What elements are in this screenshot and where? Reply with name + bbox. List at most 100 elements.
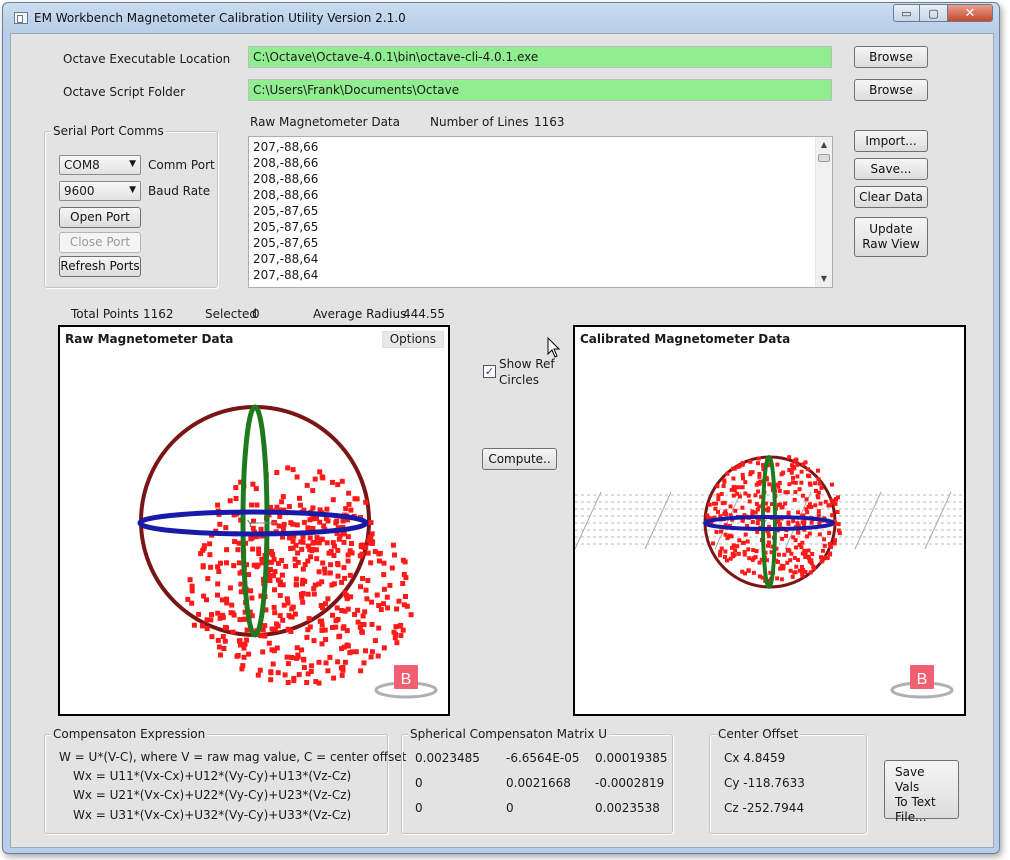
data-point bbox=[816, 468, 820, 473]
data-point bbox=[748, 472, 753, 477]
data-point bbox=[215, 592, 220, 598]
data-point bbox=[249, 595, 255, 601]
data-point bbox=[274, 621, 280, 627]
data-point bbox=[293, 582, 299, 588]
data-point bbox=[809, 520, 814, 525]
raw-data-line: 207,-88,64 bbox=[253, 268, 319, 282]
data-point bbox=[758, 479, 763, 484]
data-point bbox=[234, 653, 240, 659]
matrix-cell: -0.0002819 bbox=[595, 776, 665, 790]
data-point bbox=[362, 609, 368, 615]
data-point bbox=[271, 556, 277, 562]
data-point bbox=[248, 536, 254, 542]
data-point bbox=[723, 549, 728, 554]
data-point bbox=[220, 634, 226, 639]
refresh-ports-button[interactable]: Refresh Ports bbox=[59, 256, 141, 277]
open-port-button[interactable]: Open Port bbox=[59, 207, 141, 228]
data-point bbox=[294, 474, 300, 480]
clear-data-button[interactable]: Clear Data bbox=[854, 186, 928, 208]
data-point bbox=[297, 502, 303, 508]
scroll-up-icon[interactable]: ▲ bbox=[816, 137, 832, 153]
close-port-button[interactable]: Close Port bbox=[59, 232, 141, 253]
matrix-cell: 0.0021668 bbox=[506, 776, 571, 790]
data-point bbox=[305, 591, 311, 597]
minimize-button[interactable]: ▭ bbox=[893, 4, 920, 22]
data-point bbox=[339, 608, 345, 613]
data-point bbox=[378, 607, 384, 613]
import-button[interactable]: Import... bbox=[854, 130, 928, 152]
data-point bbox=[737, 485, 742, 490]
data-point bbox=[330, 612, 335, 618]
raw-data-scrollbar[interactable]: ▲ ▼ bbox=[815, 137, 832, 287]
update-raw-view-button[interactable]: Update Raw View bbox=[854, 217, 928, 257]
data-point bbox=[332, 543, 337, 549]
browse-script-button[interactable]: Browse bbox=[854, 79, 928, 101]
baud-rate-value: 9600 bbox=[64, 184, 95, 198]
save-vals-button[interactable]: Save Vals To Text File... bbox=[884, 760, 959, 824]
calibrated-3d-viewport[interactable]: Calibrated Magnetometer Data Y B bbox=[573, 325, 966, 716]
data-point bbox=[255, 672, 261, 678]
data-point bbox=[272, 569, 278, 575]
save-button[interactable]: Save... bbox=[854, 158, 928, 180]
data-point bbox=[208, 617, 214, 623]
comm-port-select[interactable]: COM8 ▼ bbox=[59, 155, 141, 175]
logo-icon: B bbox=[890, 665, 954, 699]
total-points-value: 1162 bbox=[143, 307, 174, 321]
raw-3d-viewport[interactable]: Raw Magnetometer Data Options Y B bbox=[58, 325, 450, 716]
data-point bbox=[731, 476, 736, 481]
browse-exe-button[interactable]: Browse bbox=[854, 46, 928, 68]
data-point bbox=[277, 579, 283, 585]
data-point bbox=[294, 522, 300, 528]
data-point bbox=[766, 508, 771, 513]
data-point bbox=[802, 548, 807, 553]
data-point bbox=[795, 474, 800, 479]
data-point bbox=[345, 643, 351, 649]
octave-script-field[interactable]: C:\Users\Frank\Documents\Octave bbox=[248, 79, 832, 101]
baud-rate-select[interactable]: 9600 ▼ bbox=[59, 181, 141, 201]
data-point bbox=[335, 573, 341, 579]
show-ref-circles-checkbox[interactable]: ✓ bbox=[483, 365, 496, 378]
data-point bbox=[256, 546, 262, 552]
data-point bbox=[310, 540, 316, 546]
title-bar[interactable]: EM Workbench Magnetometer Calibration Ut… bbox=[3, 3, 999, 33]
data-point bbox=[222, 638, 228, 644]
data-point bbox=[235, 547, 241, 553]
data-point bbox=[394, 640, 400, 646]
data-point bbox=[299, 647, 305, 653]
data-point bbox=[731, 554, 736, 559]
data-point bbox=[381, 560, 387, 566]
data-point bbox=[716, 509, 720, 514]
compute-button[interactable]: Compute.. bbox=[482, 448, 557, 470]
raw-data-textbox[interactable]: 207,-88,66 208,-88,66 208,-88,66 208,-88,66… bbox=[248, 136, 833, 288]
data-point bbox=[816, 477, 821, 482]
data-point bbox=[283, 563, 289, 569]
data-point bbox=[335, 482, 341, 488]
data-point bbox=[776, 552, 781, 557]
data-point bbox=[787, 482, 792, 487]
data-point bbox=[324, 540, 330, 546]
data-point bbox=[262, 623, 268, 629]
data-point bbox=[307, 535, 313, 541]
main-client-area: Octave Executable Location C:\Octave\Oct… bbox=[10, 33, 994, 848]
data-point bbox=[217, 521, 223, 527]
close-button[interactable]: ✕ bbox=[947, 4, 993, 22]
data-point bbox=[789, 470, 794, 475]
octave-exe-field[interactable]: C:\Octave\Octave-4.0.1\bin\octave-cli-4.… bbox=[248, 46, 832, 68]
data-point bbox=[238, 642, 243, 648]
data-point bbox=[267, 574, 273, 579]
data-point bbox=[816, 509, 821, 514]
scrollbar-thumb[interactable] bbox=[818, 154, 830, 162]
scroll-down-icon[interactable]: ▼ bbox=[816, 271, 832, 287]
data-point bbox=[776, 560, 780, 564]
data-point bbox=[794, 545, 798, 550]
data-point bbox=[355, 619, 361, 625]
data-point bbox=[204, 597, 209, 603]
data-point bbox=[341, 539, 347, 545]
data-point bbox=[369, 621, 375, 627]
data-point bbox=[737, 538, 742, 543]
data-point bbox=[319, 627, 325, 633]
maximize-button[interactable]: ▢ bbox=[920, 4, 947, 22]
data-point bbox=[233, 485, 239, 491]
data-point bbox=[285, 465, 291, 471]
data-point bbox=[189, 588, 195, 594]
